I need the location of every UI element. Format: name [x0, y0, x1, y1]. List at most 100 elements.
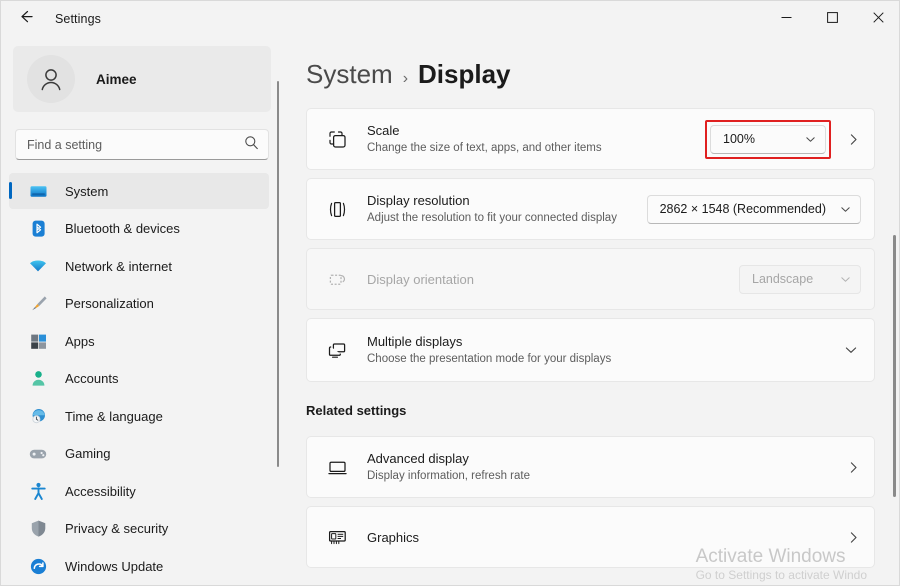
- chevron-right-icon[interactable]: [845, 133, 861, 146]
- chevron-down-icon: [840, 274, 851, 285]
- close-icon: [872, 10, 884, 28]
- sidebar-item-privacy-security[interactable]: Privacy & security: [9, 511, 269, 547]
- monitor-icon: [25, 180, 51, 202]
- arrow-left-icon: [18, 8, 35, 30]
- setting-subtitle: Adjust the resolution to fit your connec…: [367, 212, 617, 224]
- sidebar-nav: System Bluetooth & devices Network & int…: [1, 173, 283, 584]
- sidebar-item-accounts[interactable]: Accounts: [9, 361, 269, 397]
- paintbrush-icon: [25, 293, 51, 315]
- setting-row-advanced-display[interactable]: Advanced display Display information, re…: [306, 436, 875, 498]
- sidebar-item-label: Network & internet: [65, 258, 172, 274]
- avatar: [27, 55, 75, 103]
- sidebar-item-system[interactable]: System: [9, 173, 269, 209]
- page-title: Display: [418, 59, 511, 89]
- sidebar-item-time-language[interactable]: Time & language: [9, 398, 269, 434]
- related-settings-heading: Related settings: [306, 403, 407, 418]
- setting-title: Graphics: [367, 529, 420, 545]
- sidebar-item-label: Time & language: [65, 408, 163, 424]
- sidebar-item-label: Accessibility: [65, 483, 136, 499]
- account-card[interactable]: Aimee: [13, 46, 271, 112]
- sidebar-item-label: Accounts: [65, 371, 119, 386]
- setting-text: Display resolution Adjust the resolution…: [367, 192, 647, 226]
- setting-text: Scale Change the size of text, apps, and…: [367, 122, 705, 156]
- multiple-displays-icon: [322, 340, 352, 361]
- apps-icon: [25, 330, 51, 352]
- scale-value: 100%: [723, 132, 755, 146]
- setting-subtitle: Display information, refresh rate: [367, 470, 530, 482]
- settings-window: Settings Aimee Find a setting System Blu…: [0, 0, 900, 586]
- sidebar-item-personalization[interactable]: Personalization: [9, 286, 269, 322]
- sidebar-item-apps[interactable]: Apps: [9, 323, 269, 359]
- scale-combobox[interactable]: 100%: [710, 124, 826, 154]
- sidebar-item-label: Windows Update: [65, 558, 164, 574]
- setting-text: Display orientation: [367, 271, 739, 288]
- maximize-icon: [826, 10, 838, 28]
- scale-highlight-box: 100%: [705, 119, 831, 159]
- window-controls: [763, 1, 899, 37]
- setting-title: Advanced display: [367, 451, 469, 466]
- sidebar-item-label: System: [65, 183, 109, 199]
- orientation-value: Landscape: [752, 272, 814, 286]
- window-title: Settings: [55, 12, 101, 26]
- sidebar-item-windows-update[interactable]: Windows Update: [9, 548, 269, 584]
- setting-row-display-resolution[interactable]: Display resolution Adjust the resolution…: [306, 178, 875, 240]
- breadcrumb-system[interactable]: System: [306, 59, 393, 90]
- settings-cards: Scale Change the size of text, apps, and…: [306, 108, 875, 382]
- search-box[interactable]: [15, 129, 269, 160]
- sidebar-item-gaming[interactable]: Gaming: [9, 436, 269, 472]
- setting-title: Multiple displays: [367, 334, 463, 349]
- chevron-down-icon: [805, 134, 816, 145]
- sidebar-item-label: Personalization: [65, 296, 154, 311]
- main-content: System › Display Scale Change the size o…: [283, 37, 899, 585]
- setting-title: Display orientation: [367, 271, 474, 287]
- setting-subtitle: Choose the presentation mode for your di…: [367, 353, 612, 365]
- wifi-icon: [25, 255, 51, 277]
- minimize-button[interactable]: [763, 1, 809, 37]
- search-icon: [244, 135, 259, 155]
- chevron-right-icon[interactable]: [845, 531, 861, 544]
- account-icon: [25, 368, 51, 390]
- clock-globe-icon: [25, 405, 51, 427]
- close-button[interactable]: [855, 1, 899, 37]
- orientation-icon: [322, 269, 352, 290]
- setting-row-scale[interactable]: Scale Change the size of text, apps, and…: [306, 108, 875, 170]
- expander-chevron-down-icon[interactable]: [841, 343, 861, 357]
- setting-subtitle: Change the size of text, apps, and other…: [367, 142, 602, 154]
- setting-text: Multiple displays Choose the presentatio…: [367, 333, 841, 367]
- sidebar-item-label: Bluetooth & devices: [65, 221, 180, 236]
- sidebar-item-label: Apps: [65, 333, 95, 349]
- chevron-down-icon: [840, 204, 851, 215]
- breadcrumb-separator: ›: [402, 70, 409, 87]
- setting-text: Graphics: [367, 529, 831, 546]
- related-settings-cards: Advanced display Display information, re…: [306, 436, 875, 568]
- sidebar-item-label: Privacy & security: [65, 521, 169, 536]
- sidebar-item-label: Gaming: [65, 446, 111, 461]
- setting-title: Display resolution: [367, 193, 470, 208]
- search-input[interactable]: [27, 137, 244, 152]
- setting-row-graphics[interactable]: Graphics: [306, 506, 875, 568]
- sidebar-item-accessibility[interactable]: Accessibility: [9, 473, 269, 509]
- sidebar: Aimee Find a setting System Bluetooth & …: [1, 37, 283, 585]
- orientation-combobox: Landscape: [739, 264, 861, 294]
- back-button[interactable]: [9, 4, 43, 34]
- graphics-card-icon: [322, 527, 352, 548]
- maximize-button[interactable]: [809, 1, 855, 37]
- accessibility-icon: [25, 480, 51, 502]
- scale-icon: [322, 129, 352, 150]
- chevron-right-icon[interactable]: [845, 461, 861, 474]
- bluetooth-icon: [25, 218, 51, 240]
- person-icon: [41, 69, 61, 91]
- sidebar-item-bluetooth-devices[interactable]: Bluetooth & devices: [9, 211, 269, 247]
- setting-row-multiple-displays[interactable]: Multiple displays Choose the presentatio…: [306, 318, 875, 382]
- breadcrumb: System › Display: [306, 59, 899, 90]
- advanced-display-icon: [322, 457, 352, 478]
- main-scrollbar[interactable]: [893, 235, 896, 497]
- sidebar-item-network-internet[interactable]: Network & internet: [9, 248, 269, 284]
- setting-title: Scale: [367, 123, 400, 138]
- sidebar-scrollbar[interactable]: [277, 81, 279, 467]
- account-name: Aimee: [96, 71, 137, 87]
- setting-text: Advanced display Display information, re…: [367, 450, 831, 484]
- resolution-value: 2862 × 1548 (Recommended): [659, 202, 826, 216]
- resolution-icon: [322, 199, 352, 220]
- resolution-combobox[interactable]: 2862 × 1548 (Recommended): [646, 194, 861, 224]
